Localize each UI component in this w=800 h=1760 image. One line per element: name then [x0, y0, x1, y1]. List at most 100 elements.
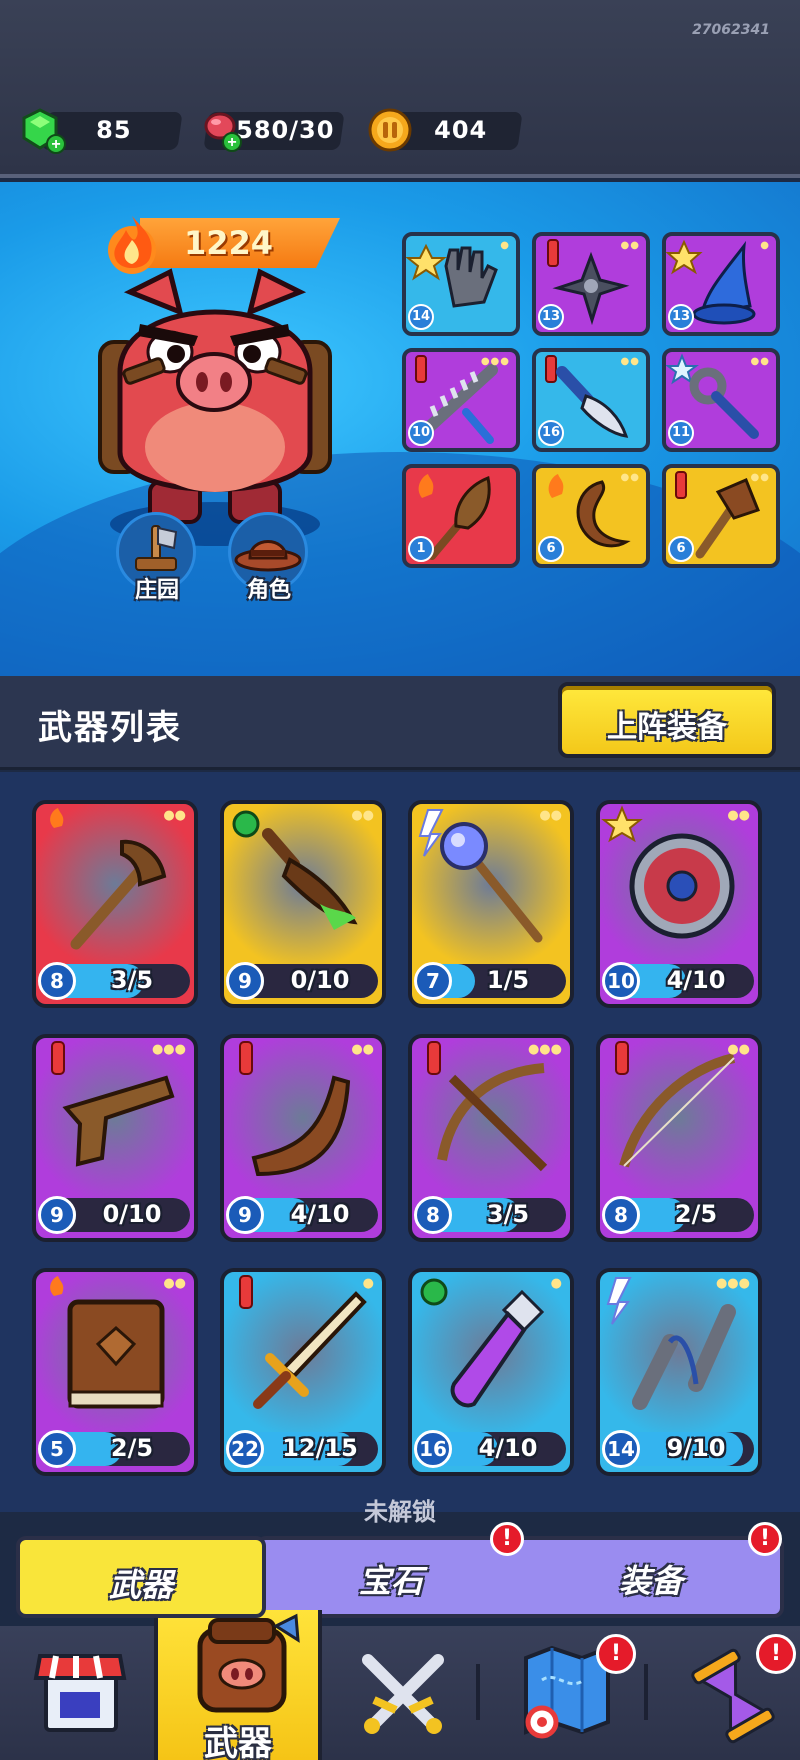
backpack-icon — [197, 1613, 300, 1713]
weapon-card-potion-flask[interactable]: ● 16 4/10 — [408, 1268, 574, 1476]
svg-text:+: + — [227, 134, 236, 151]
equipped-slot[interactable]: 6 ●● — [532, 464, 650, 568]
weapon-level: 10 — [602, 962, 640, 1000]
weapon-count: 4/10 — [478, 1434, 538, 1462]
nunchaku-icon — [606, 1277, 736, 1410]
shop-icon — [33, 1654, 127, 1732]
weapon-card-spellbook[interactable]: ●● 5 2/5 — [32, 1268, 198, 1476]
tab-gear-label: 装备 — [618, 1562, 683, 1600]
weapon-count: 4/10 — [666, 966, 726, 994]
equipped-slot[interactable]: 13 ● — [662, 232, 780, 336]
equipped-level: 13 — [668, 304, 694, 330]
equipped-level: 10 — [408, 420, 434, 446]
equipped-level: 14 — [408, 304, 434, 330]
equipped-slot[interactable]: 6 ●● — [662, 464, 780, 568]
pig-hero-avatar[interactable] — [90, 252, 340, 532]
weapon-count: 0/10 — [290, 966, 350, 994]
weapon-count: 0/10 — [102, 1200, 162, 1228]
weapon-count: 1/5 — [486, 966, 530, 994]
tab-weapons[interactable]: 武器 — [16, 1536, 266, 1618]
equipped-level: 6 — [538, 536, 564, 562]
coin-count: 404 — [434, 116, 488, 144]
poison-dagger-icon — [232, 810, 358, 930]
coin-icon — [368, 108, 412, 152]
weapon-card-tomahawk[interactable]: ●● 8 3/5 — [32, 800, 198, 1008]
nav-battle[interactable] — [348, 1640, 458, 1760]
weapon-level: 8 — [414, 1196, 452, 1234]
gear-alert-icon: ! — [748, 1522, 782, 1556]
tab-gems[interactable]: 宝石 — [266, 1536, 516, 1618]
equipped-slot[interactable]: 11 ●● — [662, 348, 780, 452]
svg-text:+: + — [51, 136, 60, 153]
weapon-list-title: 武器列表 — [38, 708, 182, 748]
hero-panel: 1224 庄园 角色 14 ● 13 ●● 13 ● 10 ●●● 16 ●● … — [0, 182, 800, 676]
potion-flask-icon — [420, 1278, 545, 1408]
orb-staff-icon — [418, 809, 543, 943]
resource-bar: 27062341 85 + 580/30 + 404 — [0, 0, 800, 178]
equipped-slot[interactable]: 13 ●● — [532, 232, 650, 336]
boomerang-icon — [239, 1041, 351, 1177]
farm-label: 庄园 — [134, 578, 179, 603]
equipped-slot[interactable]: 1 — [402, 464, 520, 568]
spellbook-icon — [50, 1276, 165, 1409]
equipped-level: 1 — [408, 536, 434, 562]
equipped-slot[interactable]: 14 ● — [402, 232, 520, 336]
gem-count: 85 — [96, 116, 132, 144]
weapon-count: 9/10 — [666, 1434, 726, 1462]
equipped-level: 13 — [538, 304, 564, 330]
locked-label: 未解锁 — [364, 1498, 436, 1526]
events-alert-icon: ! — [756, 1634, 796, 1674]
character-button[interactable]: 角色 — [224, 512, 314, 603]
equipped-level: 6 — [668, 536, 694, 562]
weapon-level: 8 — [602, 1196, 640, 1234]
crossbow-icon — [427, 1041, 548, 1172]
weapon-card-poison-dagger[interactable]: ●● 9 0/10 — [220, 800, 386, 1008]
nav-weapons-label: 武器 — [204, 1724, 272, 1760]
tomahawk-icon — [50, 808, 167, 950]
equipped-level: 16 — [538, 420, 564, 446]
nav-shop[interactable] — [20, 1640, 140, 1760]
tab-gems-label: 宝石 — [358, 1562, 423, 1600]
weapon-count: 12/15 — [282, 1434, 358, 1462]
weapon-level: 14 — [602, 1430, 640, 1468]
weapon-level: 7 — [414, 962, 452, 1000]
farm-axe-icon — [135, 525, 178, 571]
weapon-count: 3/5 — [110, 966, 154, 994]
pistol-icon — [51, 1041, 175, 1167]
equipped-slot[interactable]: 16 ●● — [532, 348, 650, 452]
tab-weapons-label: 武器 — [108, 1566, 173, 1604]
weapon-card-pistol[interactable]: ●●● 9 0/10 — [32, 1034, 198, 1242]
map-alert-icon: ! — [596, 1634, 636, 1674]
stamina-count: 580/30 — [236, 116, 335, 144]
weapon-level: 16 — [414, 1430, 452, 1468]
gems-alert-icon: ! — [490, 1522, 524, 1556]
weapon-level: 9 — [38, 1196, 76, 1234]
weapon-card-longbow[interactable]: ●● 8 2/5 — [596, 1034, 762, 1242]
weapon-card-sword[interactable]: ● 22 12/15 — [220, 1268, 386, 1476]
sword-icon — [239, 1275, 367, 1409]
gem-icon: + — [22, 108, 66, 154]
meat-icon: + — [204, 112, 242, 152]
equipped-slot[interactable]: 10 ●●● — [402, 348, 520, 452]
equipped-level: 11 — [668, 420, 694, 446]
weapon-level: 22 — [226, 1430, 264, 1468]
build-id: 27062341 — [692, 22, 770, 38]
weapon-level: 9 — [226, 1196, 264, 1234]
inventory-tabs: 武器 宝石 装备 ! ! — [16, 1522, 784, 1618]
farm-button[interactable]: 庄园 — [112, 512, 202, 603]
nav-weapons[interactable]: 武器 — [154, 1610, 322, 1760]
weapon-count: 3/5 — [486, 1200, 530, 1228]
equip-loadout-button[interactable]: 上阵装备 — [558, 682, 776, 758]
crossed-swords-icon — [362, 1654, 444, 1734]
weapon-count: 2/5 — [674, 1200, 718, 1228]
weapon-card-crossbow[interactable]: ●●● 8 3/5 — [408, 1034, 574, 1242]
tab-gear[interactable]: 装备 — [526, 1536, 776, 1618]
longbow-icon — [615, 1041, 736, 1168]
weapon-card-nunchaku[interactable]: ●●● 14 9/10 — [596, 1268, 762, 1476]
weapon-card-boomerang[interactable]: ●● 9 4/10 — [220, 1034, 386, 1242]
weapon-count: 2/5 — [110, 1434, 154, 1462]
weapon-card-round-shield[interactable]: ●● 10 4/10 — [596, 800, 762, 1008]
cowboy-hat-icon — [234, 540, 302, 572]
weapon-count: 4/10 — [290, 1200, 350, 1228]
weapon-card-orb-staff[interactable]: ●● 7 1/5 — [408, 800, 574, 1008]
